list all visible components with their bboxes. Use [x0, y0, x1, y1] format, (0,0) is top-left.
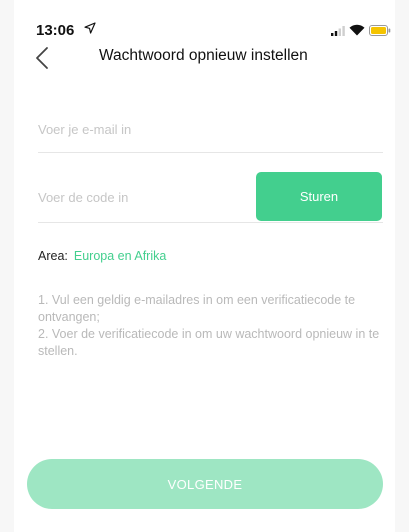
next-button[interactable]: VOLGENDE	[27, 459, 383, 509]
area-selector[interactable]: Europa en Afrika	[74, 249, 166, 263]
nav-bar: Wachtwoord opnieuw instellen	[14, 40, 395, 76]
status-time: 13:06	[36, 22, 75, 39]
page-title: Wachtwoord opnieuw instellen	[99, 47, 308, 64]
send-code-button[interactable]: Sturen	[256, 172, 382, 221]
verification-code-input[interactable]	[38, 186, 238, 208]
chevron-left-icon[interactable]	[34, 46, 50, 70]
email-input[interactable]	[38, 118, 358, 140]
instructions: 1. Vul een geldig e-mailadres in om een …	[38, 292, 388, 360]
reset-password-screen: 13:06 Wachtwoord opnieuw instellen Stur	[14, 0, 395, 532]
wifi-icon	[349, 24, 365, 36]
area-label: Area:	[38, 249, 68, 263]
instruction-step-1: 1. Vul een geldig e-mailadres in om een …	[38, 293, 356, 324]
battery-icon	[369, 25, 391, 36]
area-row: Area: Europa en Afrika	[38, 249, 166, 263]
signal-icon	[331, 26, 345, 36]
status-bar: 13:06	[14, 20, 395, 40]
instruction-step-2: 2. Voer de verificatiecode in om uw wach…	[38, 327, 380, 358]
location-arrow-icon	[84, 22, 96, 34]
email-field	[38, 112, 383, 153]
